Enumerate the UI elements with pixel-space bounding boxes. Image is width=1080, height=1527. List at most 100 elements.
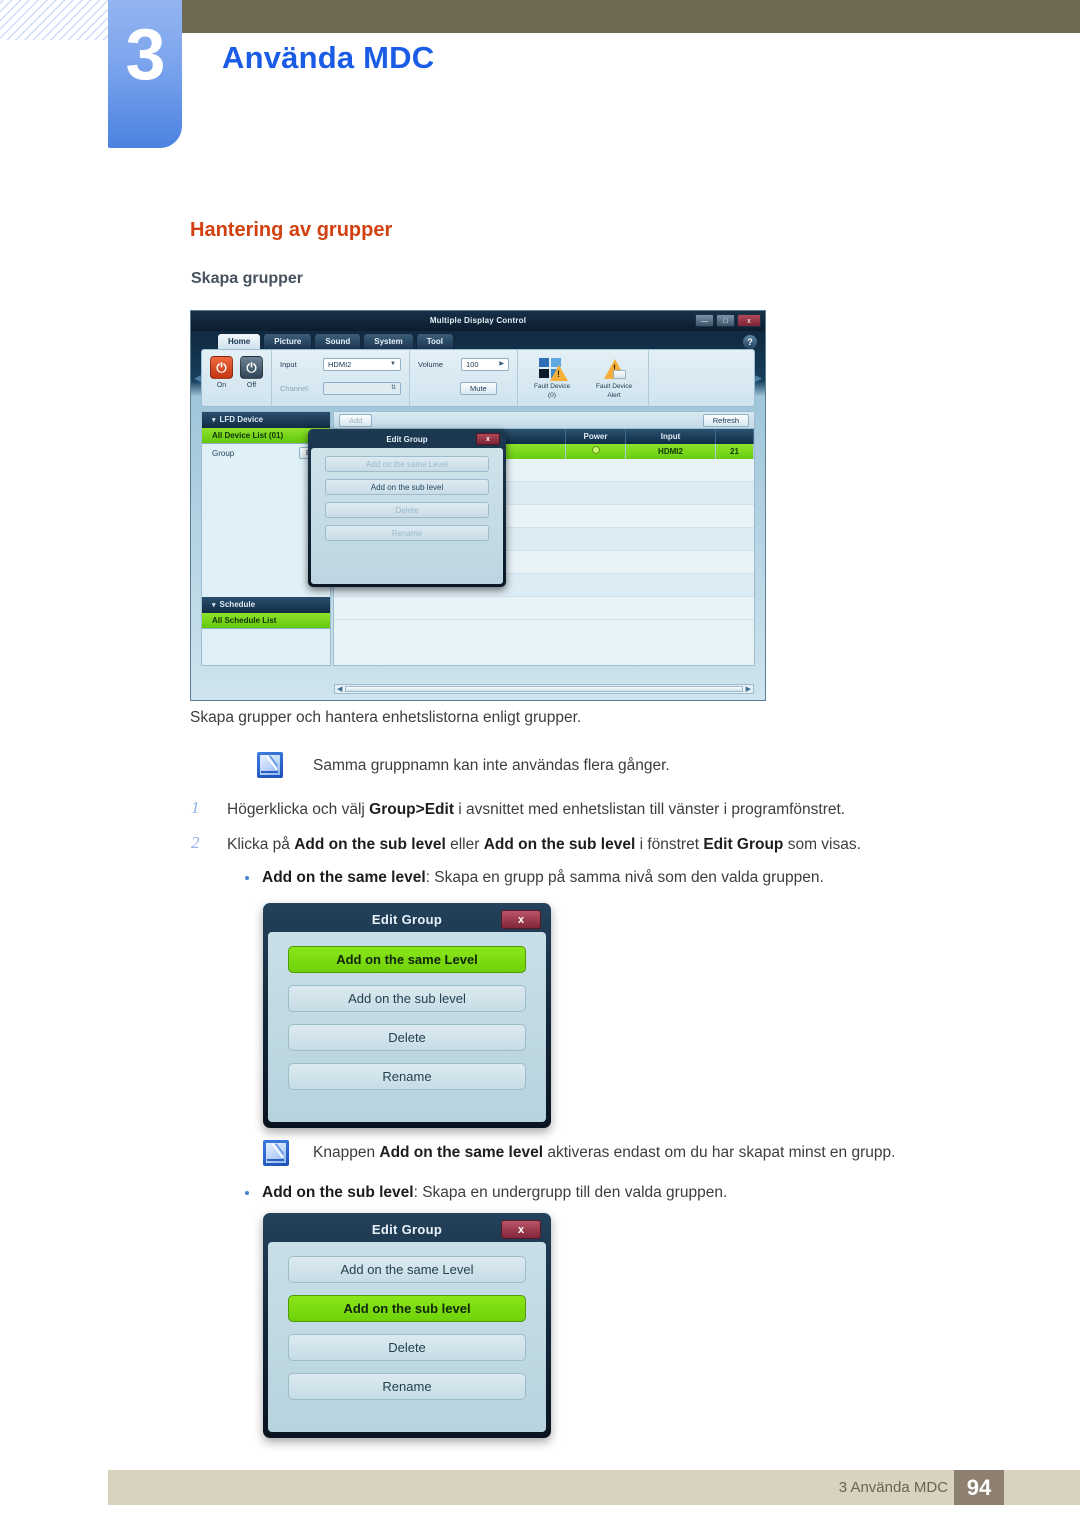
dialog2-add-same-level-button[interactable]: Add on the same Level <box>288 1256 526 1283</box>
bullet2-rest: : Skapa en undergrupp till den valda gru… <box>413 1184 728 1201</box>
power-off-control[interactable]: ⏻ Off <box>240 354 263 389</box>
tab-tool[interactable]: Tool <box>415 333 455 349</box>
mdc-tab-bar: Home Picture Sound System Tool <box>217 333 455 349</box>
tab-home[interactable]: Home <box>217 333 262 349</box>
bullet1-bold: Add on the same level <box>262 869 426 886</box>
dialog2-delete-button[interactable]: Delete <box>288 1334 526 1361</box>
bullet-1-text: Add on the same level: Skapa en grupp på… <box>262 867 962 888</box>
input-value: HDMI2 <box>328 359 352 369</box>
table-horizontal-scrollbar[interactable]: ◀ ▶ <box>334 684 754 694</box>
power-on-label: On <box>216 382 227 389</box>
edit-group-dialog-same-level: Edit Group x Add on the same Level Add o… <box>263 903 551 1128</box>
chapter-title: Använda MDC <box>222 40 435 75</box>
page-number: 94 <box>954 1470 1004 1505</box>
overlay-delete-button[interactable]: Delete <box>325 502 489 518</box>
add-button[interactable]: Add <box>339 413 373 427</box>
refresh-button[interactable]: Refresh <box>702 413 749 427</box>
mute-button[interactable]: Mute <box>460 381 497 395</box>
input-row: Input HDMI2 ▼ <box>280 357 401 371</box>
lfd-device-header[interactable]: LFD Device <box>202 412 330 428</box>
fault-device-count: (0) <box>548 392 556 399</box>
power-group: ⏻ On ⏻ Off <box>202 350 272 406</box>
overlay-add-same-level-button[interactable]: Add on the same Level <box>325 456 489 472</box>
bullet1-rest: : Skapa en grupp på samma nivå som den v… <box>425 869 824 886</box>
all-schedule-list-item[interactable]: All Schedule List <box>202 613 330 629</box>
tab-picture[interactable]: Picture <box>263 333 313 349</box>
scroll-right-icon[interactable]: ▶ <box>746 685 751 693</box>
fault-device-label: Fault Device <box>533 383 571 390</box>
ribbon-scroll-left-icon[interactable]: ◀ <box>194 373 201 384</box>
channel-stepper[interactable]: ⇅ <box>323 381 401 395</box>
step2-part-g: som visas. <box>783 836 861 853</box>
scrollbar-thumb[interactable] <box>345 686 743 692</box>
tab-sound[interactable]: Sound <box>314 333 362 349</box>
dialog1-close-icon[interactable]: x <box>501 910 541 929</box>
edit-group-dialog-sub-level: Edit Group x Add on the same Level Add o… <box>263 1213 551 1438</box>
fault-device-control[interactable]: Fault Device (0) <box>526 356 578 400</box>
minimize-icon[interactable]: — <box>695 314 714 327</box>
chapter-number: 3 <box>125 15 165 95</box>
ribbon-scroll-right-icon[interactable]: ▶ <box>755 373 762 384</box>
note2-bold: Add on the same level <box>379 1144 544 1161</box>
spinner-icon: ⇅ <box>390 384 396 391</box>
schedule-header[interactable]: Schedule <box>202 597 330 613</box>
volume-group: Volume 100 ▶ Mute <box>410 350 518 406</box>
dialog1-add-same-level-button[interactable]: Add on the same Level <box>288 946 526 973</box>
step2-bold-edit-group: Edit Group <box>703 836 784 853</box>
volume-field[interactable]: 100 ▶ <box>461 357 509 371</box>
tab-system[interactable]: System <box>363 333 414 349</box>
group-label: Group <box>212 448 235 458</box>
maximize-icon[interactable]: □ <box>716 314 735 327</box>
power-off-icon[interactable]: ⏻ <box>240 356 263 379</box>
overlay-dialog-body: Add on the same Level Add on the sub lev… <box>311 448 503 584</box>
bullet2-bold: Add on the sub level <box>262 1184 414 1201</box>
step1-bold-group-edit: Group>Edit <box>369 801 454 818</box>
intro-paragraph: Skapa grupper och hantera enhetslistorna… <box>190 709 582 726</box>
note-2-text: Knappen Add on the same level aktiveras … <box>313 1143 973 1163</box>
mdc-window-title: Multiple Display Control <box>191 311 765 331</box>
help-icon[interactable]: ? <box>743 335 757 349</box>
dialog1-delete-button[interactable]: Delete <box>288 1024 526 1051</box>
fault-alert-label2: Alert <box>607 392 621 399</box>
step2-bold-1: Add on the sub level <box>294 836 446 853</box>
dialog2-close-icon[interactable]: x <box>501 1220 541 1239</box>
col-power[interactable]: Power <box>566 429 626 444</box>
dialog2-add-sub-level-button[interactable]: Add on the sub level <box>288 1295 526 1322</box>
dialog1-rename-button[interactable]: Rename <box>288 1063 526 1090</box>
edit-group-overlay-dialog: Edit Group x Add on the same Level Add o… <box>308 429 506 587</box>
table-toolbar: Add Refresh <box>334 412 754 429</box>
table-empty-row <box>334 597 754 620</box>
input-label: Input <box>280 359 297 369</box>
mdc-application-screenshot: Multiple Display Control — □ x Home Pict… <box>191 311 765 700</box>
dialog2-body: Add on the same Level Add on the sub lev… <box>268 1242 546 1432</box>
overlay-close-icon[interactable]: x <box>476 433 500 445</box>
step-2-text: Klicka på Add on the sub level eller Add… <box>227 834 977 855</box>
section-heading: Hantering av grupper <box>190 219 393 241</box>
step-1-number: 1 <box>191 798 200 817</box>
note2-part-a: Knappen <box>313 1144 380 1161</box>
mdc-window-controls: — □ x <box>695 314 761 327</box>
note-icon <box>263 1140 289 1166</box>
dialog2-rename-button[interactable]: Rename <box>288 1373 526 1400</box>
volume-value: 100 <box>466 359 479 369</box>
footer-chapter-text: 3 Använda MDC <box>838 1479 948 1496</box>
close-icon[interactable]: x <box>737 314 761 327</box>
note-1-text: Samma gruppnamn kan inte användas flera … <box>313 757 670 774</box>
bullet-icon-1 <box>245 876 249 880</box>
mdc-ribbon-toolbar: ⏻ On ⏻ Off Input HDMI2 ▼ Channel ⇅ Volum… <box>201 349 755 407</box>
step-2-number: 2 <box>191 833 200 852</box>
col-input[interactable]: Input <box>626 429 716 444</box>
step2-part-e: i fönstret <box>635 836 704 853</box>
channel-row: Channel ⇅ <box>280 381 401 395</box>
scroll-left-icon[interactable]: ◀ <box>337 685 342 693</box>
power-on-control[interactable]: ⏻ On <box>210 354 233 389</box>
dialog1-add-sub-level-button[interactable]: Add on the sub level <box>288 985 526 1012</box>
fault-alert-control[interactable]: Fault Device Alert <box>588 356 640 400</box>
overlay-rename-button[interactable]: Rename <box>325 525 489 541</box>
col-extra[interactable] <box>716 429 754 444</box>
fault-device-icon <box>537 356 568 382</box>
step2-bold-2: Add on the sub level <box>483 836 636 853</box>
input-select[interactable]: HDMI2 ▼ <box>323 357 401 371</box>
overlay-add-sub-level-button[interactable]: Add on the sub level <box>325 479 489 495</box>
power-on-icon[interactable]: ⏻ <box>210 356 233 379</box>
